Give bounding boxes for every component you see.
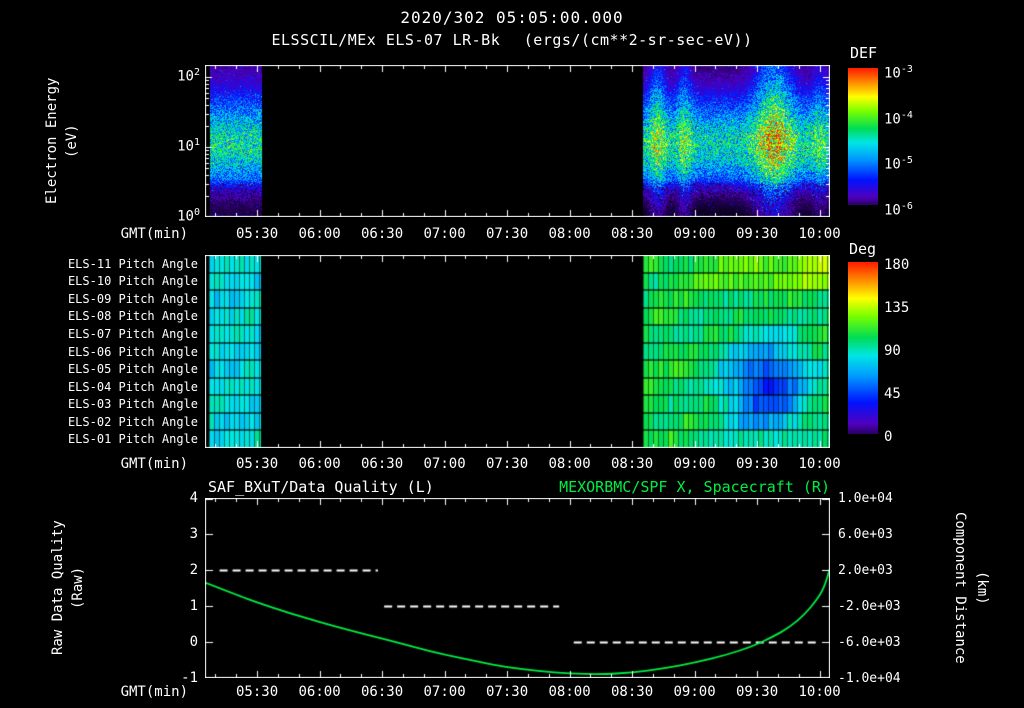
time-tick-label: 08:30 <box>611 226 654 242</box>
electron-spectrogram <box>205 65 830 217</box>
colorbar2-title: Deg <box>849 240 877 258</box>
time-tick-label: 09:30 <box>736 684 779 700</box>
time-tick-label: 09:30 <box>736 456 779 472</box>
def-colorbar <box>848 68 878 205</box>
colorbar2-tick-label: 0 <box>884 429 893 445</box>
time-tick-label: 05:30 <box>236 456 279 472</box>
panel3-right-tick-label: 2.0e+03 <box>838 563 893 578</box>
time-tick-label: 07:30 <box>486 226 529 242</box>
pitch-row-label: ELS-07 Pitch Angle <box>67 326 198 341</box>
colorbar2-tick-label: 90 <box>884 343 901 359</box>
pitch-row-label: ELS-08 Pitch Angle <box>67 309 198 324</box>
gmt-axis-label: GMT(min) <box>120 226 188 242</box>
time-tick-label: 05:30 <box>236 684 279 700</box>
time-tick-label: 06:30 <box>361 226 404 242</box>
panel3-right-tick-label: 6.0e+03 <box>838 527 893 542</box>
panel3-left-tick-label: 2 <box>189 562 198 578</box>
time-tick-label: 07:00 <box>423 456 466 472</box>
quality-spacecraft-plot <box>205 498 830 678</box>
panel3-right-tick-label: -6.0e+03 <box>838 635 901 650</box>
time-tick-label: 07:30 <box>486 456 529 472</box>
panel3-right-title: MEXORBMC/SPF X, Spacecraft (R) <box>559 478 830 496</box>
time-tick-label: 06:00 <box>298 226 341 242</box>
time-tick-label: 08:00 <box>548 684 591 700</box>
time-tick-label: 10:00 <box>798 684 841 700</box>
colorbar1-title: DEF <box>850 44 878 62</box>
time-tick-label: 08:30 <box>611 684 654 700</box>
time-axis-2: GMT(min) 05:30 06:00 06:30 07:00 07:30 08:00 0… <box>0 456 1024 474</box>
units-label: (ergs/(cm**2-sr-sec-eV)) <box>523 31 753 49</box>
pitch-row-label: ELS-02 Pitch Angle <box>67 414 198 429</box>
time-tick-label: 09:00 <box>673 226 716 242</box>
colorbar1-tick-label: 10-4 <box>884 109 913 128</box>
colorbar1-tick-label: 10-3 <box>884 64 913 82</box>
time-tick-label: 05:30 <box>236 226 279 242</box>
pitch-row-label: ELS-01 Pitch Angle <box>67 432 198 447</box>
time-tick-label: 06:30 <box>361 684 404 700</box>
time-tick-label: 09:00 <box>673 684 716 700</box>
gmt-axis-label: GMT(min) <box>120 684 188 700</box>
panel1-ytick-label: 102 <box>177 67 200 85</box>
time-tick-label: 08:00 <box>548 226 591 242</box>
panel3-right-ylabel-line1: Component Distance <box>952 512 968 664</box>
panel3-left-ylabel-line2: (Raw) <box>70 566 86 610</box>
pitch-row-label: ELS-11 Pitch Angle <box>67 256 198 271</box>
page-title: 2020/302 05:05:00.000 <box>400 8 624 27</box>
colorbar2-tick-label: 45 <box>884 386 901 402</box>
time-tick-label: 06:00 <box>298 684 341 700</box>
panel1-ylabel-line2: (eV) <box>64 124 80 158</box>
time-tick-label: 09:30 <box>736 226 779 242</box>
time-tick-label: 06:30 <box>361 456 404 472</box>
panel1-ytick-label: 101 <box>177 137 200 155</box>
pitch-row-label: ELS-09 Pitch Angle <box>67 291 198 306</box>
pitch-row-label: ELS-10 Pitch Angle <box>67 274 198 289</box>
time-tick-label: 09:00 <box>673 456 716 472</box>
time-tick-label: 07:00 <box>423 684 466 700</box>
panel3-left-title: SAF_BXuT/Data Quality (L) <box>208 478 434 496</box>
time-tick-label: 10:00 <box>798 456 841 472</box>
pitch-row-label: ELS-05 Pitch Angle <box>67 362 198 377</box>
time-axis-3: GMT(min) 05:30 06:00 06:30 07:00 07:30 08:00 0… <box>0 684 1024 702</box>
colorbar1-tick-label: 10-6 <box>884 201 913 219</box>
panel1-ylabel-line1: Electron Energy <box>44 77 60 205</box>
pitch-row-label: ELS-04 Pitch Angle <box>67 379 198 394</box>
time-tick-label: 06:00 <box>298 456 341 472</box>
panel1-ytick-label: 100 <box>177 207 200 225</box>
panel3-left-ylabel-line1: Raw Data Quality <box>50 520 66 656</box>
time-tick-label: 10:00 <box>798 226 841 242</box>
panel3-left-tick-label: 1 <box>189 598 198 614</box>
panel3-left-tick-label: 0 <box>189 634 198 650</box>
panel3-left-tick-label: 3 <box>189 526 198 542</box>
instrument-label: ELSSCIL/MEx ELS-07 LR-Bk <box>271 31 501 49</box>
deg-colorbar <box>848 262 878 434</box>
gmt-axis-label: GMT(min) <box>120 456 188 472</box>
panel3-right-ylabel-line2: (km) <box>974 571 990 605</box>
time-tick-label: 07:30 <box>486 684 529 700</box>
panel3-left-tick-label: 4 <box>189 490 198 506</box>
panel3-right-tick-label: 1.0e+04 <box>838 491 893 506</box>
els-plot-screen: 2020/302 05:05:00.000 ELSSCIL/MEx ELS-07… <box>0 0 1024 708</box>
colorbar1-tick-label: 10-5 <box>884 155 913 173</box>
time-tick-label: 07:00 <box>423 226 466 242</box>
pitch-row-label: ELS-06 Pitch Angle <box>67 344 198 359</box>
pitch-angle-panel <box>205 255 830 448</box>
panel3-right-tick-label: -2.0e+03 <box>838 599 901 614</box>
time-tick-label: 08:00 <box>548 456 591 472</box>
colorbar2-tick-label: 135 <box>884 300 910 316</box>
pitch-row-label: ELS-03 Pitch Angle <box>67 397 198 412</box>
colorbar2-tick-label: 180 <box>884 257 910 273</box>
time-tick-label: 08:30 <box>611 456 654 472</box>
